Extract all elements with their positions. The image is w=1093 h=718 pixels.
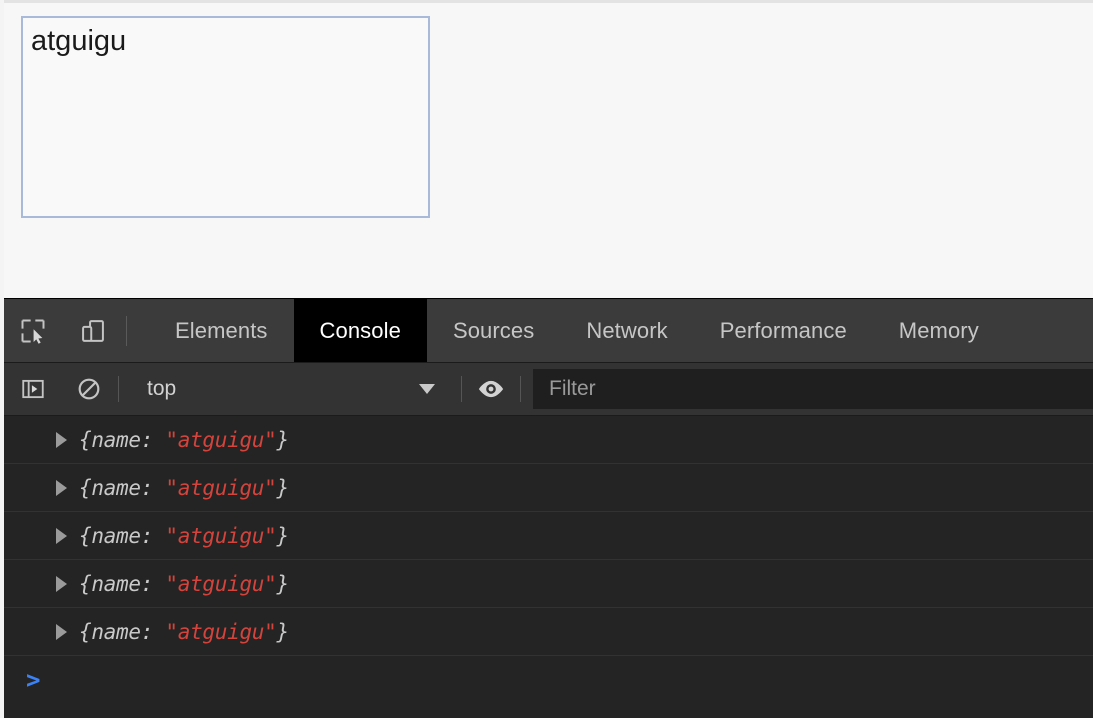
screenshot-root: atguigu Elements Console Sources Network… (0, 0, 1093, 718)
web-page-viewport: atguigu (0, 0, 1093, 298)
console-object-preview: {name: "atguigu"} (79, 524, 289, 548)
console-message-row[interactable]: {name: "atguigu"} (0, 608, 1093, 656)
filter-input[interactable]: Filter (533, 369, 1093, 409)
tab-console[interactable]: Console (293, 299, 427, 362)
console-object-preview: {name: "atguigu"} (79, 572, 289, 596)
toolbar-divider-1 (118, 376, 119, 402)
object-suffix: } (276, 427, 290, 452)
clear-console-icon[interactable] (72, 372, 106, 406)
console-sidebar-icon[interactable] (16, 372, 50, 406)
expand-triangle-icon[interactable] (56, 623, 67, 640)
object-suffix: } (276, 475, 290, 500)
expand-triangle-icon[interactable] (56, 431, 67, 448)
console-message-row[interactable]: {name: "atguigu"} (0, 416, 1093, 464)
devtools-panel: Elements Console Sources Network Perform… (0, 298, 1093, 718)
object-string-value: "atguigu" (165, 523, 277, 548)
console-message-row[interactable]: {name: "atguigu"} (0, 560, 1093, 608)
object-prefix: {name: (79, 475, 166, 500)
expand-triangle-icon[interactable] (56, 479, 67, 496)
inspect-element-icon[interactable] (16, 314, 50, 348)
execution-context-label: top (147, 377, 177, 400)
object-prefix: {name: (79, 523, 166, 548)
tab-elements[interactable]: Elements (149, 299, 294, 362)
viewport-top-divider (0, 0, 1093, 3)
tab-performance[interactable]: Performance (694, 299, 873, 362)
left-edge-rail (0, 0, 4, 718)
devtools-tabs: Elements Console Sources Network Perform… (149, 299, 1005, 362)
console-message-row[interactable]: {name: "atguigu"} (0, 512, 1093, 560)
expand-triangle-icon[interactable] (56, 527, 67, 544)
console-message-row[interactable]: {name: "atguigu"} (0, 464, 1093, 512)
object-string-value: "atguigu" (165, 475, 277, 500)
console-object-preview: {name: "atguigu"} (79, 620, 289, 644)
chevron-down-icon (419, 384, 435, 394)
console-object-preview: {name: "atguigu"} (79, 428, 289, 452)
object-suffix: } (276, 523, 290, 548)
tab-sources[interactable]: Sources (427, 299, 560, 362)
execution-context-dropdown[interactable]: top (131, 369, 449, 409)
textarea-input[interactable]: atguigu (21, 16, 430, 218)
console-prompt-row[interactable]: > (0, 656, 1093, 704)
devtools-tabbar: Elements Console Sources Network Perform… (0, 299, 1093, 363)
object-prefix: {name: (79, 619, 166, 644)
console-toolbar: top Filter (0, 363, 1093, 416)
tab-network[interactable]: Network (560, 299, 693, 362)
tab-memory[interactable]: Memory (873, 299, 1005, 362)
object-prefix: {name: (79, 571, 166, 596)
object-string-value: "atguigu" (165, 571, 277, 596)
object-suffix: } (276, 571, 290, 596)
device-toolbar-icon[interactable] (76, 314, 110, 348)
live-expression-eye-icon[interactable] (474, 372, 508, 406)
toolbar-divider-2 (461, 376, 462, 402)
console-message-list: {name: "atguigu"} {name: "atguigu"} {nam… (0, 416, 1093, 718)
devtools-tool-icons (0, 299, 110, 362)
object-string-value: "atguigu" (165, 427, 277, 452)
object-string-value: "atguigu" (165, 619, 277, 644)
object-prefix: {name: (79, 427, 166, 452)
console-object-preview: {name: "atguigu"} (79, 476, 289, 500)
toolbar-divider-3 (520, 376, 521, 402)
prompt-chevron-icon: > (26, 666, 41, 694)
object-suffix: } (276, 619, 290, 644)
tabbar-divider (126, 315, 127, 346)
expand-triangle-icon[interactable] (56, 575, 67, 592)
